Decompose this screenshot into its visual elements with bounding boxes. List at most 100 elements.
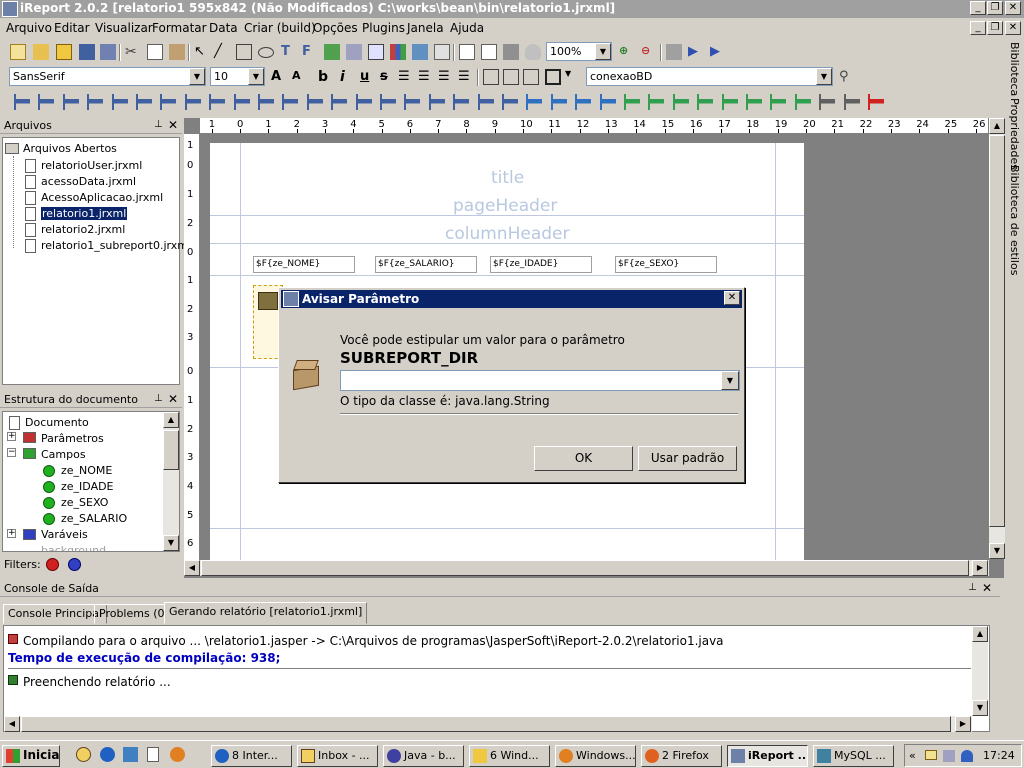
clock-quicklaunch-icon[interactable] xyxy=(76,747,91,762)
restore-button[interactable]: ❐ xyxy=(987,1,1003,15)
tree-background-band[interactable]: background xyxy=(41,544,106,551)
align-center-icon[interactable]: ☰ xyxy=(438,69,454,85)
align-top-edges-icon[interactable] xyxy=(87,94,104,110)
save-icon[interactable] xyxy=(79,44,95,60)
scroll-thumb[interactable] xyxy=(201,560,969,576)
groups-icon[interactable] xyxy=(481,44,497,60)
task-windows-media[interactable]: Windows... xyxy=(555,745,636,767)
align-bottom-edges-icon[interactable] xyxy=(136,94,152,110)
h-space-decrease-icon[interactable] xyxy=(477,94,494,110)
tab-propriedades[interactable]: Propriedades xyxy=(1008,98,1021,170)
border-icon[interactable] xyxy=(545,69,561,85)
v-space-increase-icon[interactable] xyxy=(550,94,567,110)
menu-janela[interactable]: Janela xyxy=(407,21,444,35)
align-right-icon[interactable]: ☰ xyxy=(458,69,474,85)
scroll-down-icon[interactable]: ▼ xyxy=(989,543,1005,559)
tree-field-item[interactable]: ze_NOME xyxy=(61,464,112,477)
magnet-icon[interactable] xyxy=(868,94,884,110)
barcode-tool-icon[interactable] xyxy=(434,44,450,60)
scroll-down-icon[interactable]: ▼ xyxy=(972,700,988,716)
scroll-left-icon[interactable]: ◀ xyxy=(184,560,200,576)
delete-space-icon[interactable] xyxy=(770,94,787,110)
file-item[interactable]: acessoData.jrxml xyxy=(41,175,136,188)
v-space-equal-icon[interactable] xyxy=(526,94,543,110)
tree-fields[interactable]: Campos xyxy=(41,448,86,461)
tree-parameters[interactable]: Parâmetros xyxy=(41,432,104,445)
paste-icon[interactable] xyxy=(169,44,185,60)
text-field-tool-icon[interactable]: F xyxy=(302,44,318,60)
subreport-tool-icon[interactable] xyxy=(368,44,384,60)
pointer-icon[interactable]: ↖ xyxy=(194,44,210,60)
save-all-icon[interactable] xyxy=(100,44,116,60)
chevron-down-icon[interactable]: ▼ xyxy=(565,69,581,85)
mail-tray-icon[interactable] xyxy=(925,750,937,760)
menu-plugins[interactable]: Plugins xyxy=(362,21,405,35)
chevron-down-icon[interactable]: ▼ xyxy=(189,68,205,85)
expand-icon[interactable]: + xyxy=(7,529,16,538)
filter-variables-icon[interactable] xyxy=(68,558,81,571)
scroll-left-icon[interactable]: ◀ xyxy=(4,716,20,732)
chevron-down-icon[interactable]: ▼ xyxy=(595,43,611,60)
task-firefox[interactable]: 2 Firefox xyxy=(641,745,722,767)
decrease-font-icon[interactable]: A xyxy=(292,69,308,85)
align-right-edges-icon[interactable] xyxy=(62,94,79,110)
align-vcenter-icon[interactable] xyxy=(38,94,55,110)
v-space-decrease-icon[interactable] xyxy=(575,94,592,110)
tree-root-document[interactable]: Documento xyxy=(25,416,89,429)
fit-band-icon[interactable] xyxy=(672,94,689,110)
close-icon[interactable]: ✕ xyxy=(168,118,178,132)
scroll-thumb[interactable] xyxy=(989,135,1005,527)
align-justify-icon[interactable]: ☰ xyxy=(418,69,434,85)
menu-data[interactable]: Data xyxy=(209,21,238,35)
file-item[interactable]: relatorio1_subreport0.jrxml xyxy=(41,239,191,252)
run-datasource-icon[interactable]: ▶ xyxy=(710,44,726,60)
database-icon[interactable] xyxy=(503,44,519,60)
datasource-select[interactable]: conexaoBD ▼ xyxy=(586,67,833,86)
pin-icon[interactable]: ⊥ xyxy=(968,582,977,593)
remove-format-icon[interactable] xyxy=(843,94,860,110)
static-text-tool-icon[interactable]: T xyxy=(281,44,297,60)
filter-parameters-icon[interactable] xyxy=(46,558,59,571)
notepad-quicklaunch-icon[interactable] xyxy=(147,747,159,762)
designer-vertical-scrollbar[interactable]: ▲ ▼ xyxy=(989,118,1005,559)
pin-icon[interactable]: ⊥ xyxy=(154,393,163,404)
font-select[interactable]: SansSerif ▼ xyxy=(9,67,206,86)
text-field-salario[interactable]: $F{ze_SALARIO} xyxy=(375,256,477,273)
datasource-icon[interactable] xyxy=(525,44,541,60)
bands-icon[interactable] xyxy=(459,44,475,60)
text-field-idade[interactable]: $F{ze_IDADE} xyxy=(490,256,592,273)
h-space-equal-icon[interactable] xyxy=(428,94,445,110)
task-windows-explorer[interactable]: 6 Wind... xyxy=(469,745,550,767)
center-in-page-icon[interactable] xyxy=(746,94,762,110)
copy-format-icon[interactable] xyxy=(794,94,811,110)
mdi-minimize-button[interactable]: _ xyxy=(970,21,986,35)
align-hcenter-icon[interactable] xyxy=(111,94,128,110)
estrutura-scrollbar[interactable]: ▲ ▼ xyxy=(163,412,179,551)
designer-horizontal-scrollbar[interactable]: ◀ ▶ xyxy=(184,560,989,576)
pin-icon[interactable]: ⊥ xyxy=(154,119,163,130)
file-item[interactable]: relatorio2.jrxml xyxy=(41,223,125,236)
close-icon[interactable]: ✕ xyxy=(168,392,178,406)
compile-icon[interactable] xyxy=(666,44,682,60)
scroll-thumb[interactable] xyxy=(163,430,179,470)
center-vertically-icon[interactable] xyxy=(306,94,323,110)
tab-gerando-relatorio[interactable]: Gerando relatório [relatorio1.jrxml] xyxy=(164,602,368,624)
scroll-thumb[interactable] xyxy=(21,716,951,732)
tree-variables[interactable]: Varáveis xyxy=(41,528,88,541)
frame-tool-icon[interactable] xyxy=(346,44,362,60)
wizard-icon[interactable] xyxy=(33,44,49,60)
menu-opcoes[interactable]: Opções xyxy=(313,21,358,35)
run-icon[interactable]: ▶ xyxy=(688,44,704,60)
console-horizontal-scrollbar[interactable]: ◀ ▶ xyxy=(4,716,972,732)
menu-editar[interactable]: Editar xyxy=(54,21,90,35)
join-right-icon[interactable] xyxy=(355,94,372,110)
menu-visualizar[interactable]: Visualizar xyxy=(95,21,153,35)
open-folder-icon[interactable] xyxy=(56,44,72,60)
h-space-remove-icon[interactable] xyxy=(502,94,518,110)
menu-ajuda[interactable]: Ajuda xyxy=(450,21,484,35)
strikethrough-icon[interactable]: s xyxy=(380,69,396,85)
scroll-right-icon[interactable]: ▶ xyxy=(972,560,988,576)
scroll-right-icon[interactable]: ▶ xyxy=(955,716,971,732)
text-field-nome[interactable]: $F{ze_NOME} xyxy=(253,256,355,273)
dialog-close-button[interactable]: ✕ xyxy=(724,291,740,305)
